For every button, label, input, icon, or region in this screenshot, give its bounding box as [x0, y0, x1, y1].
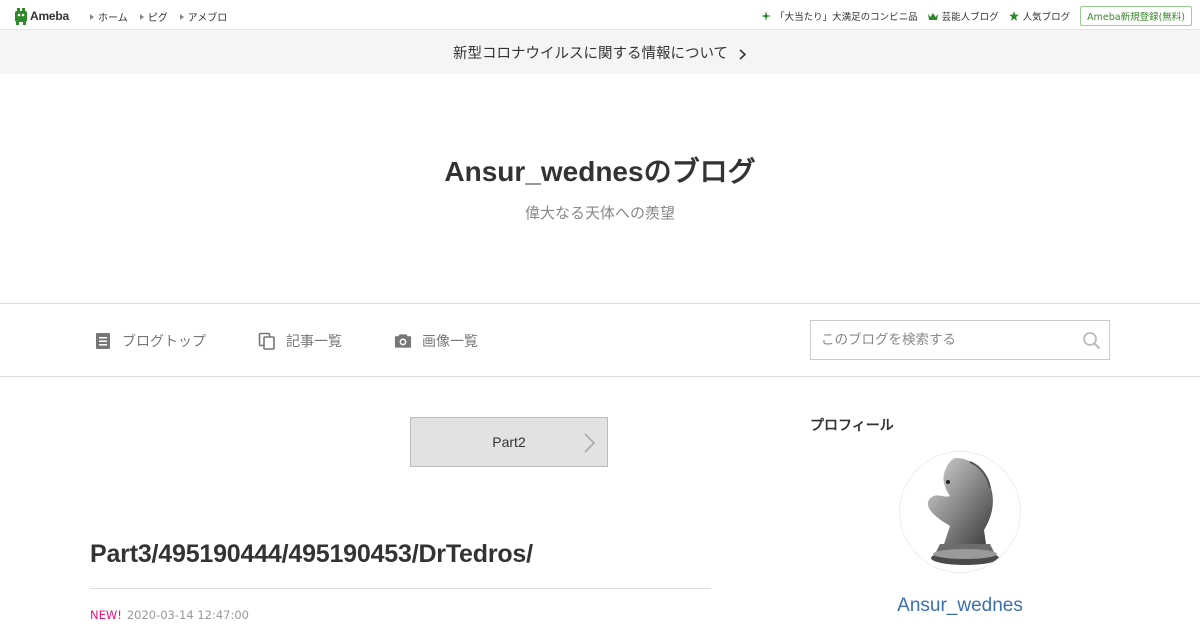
link-label: 芸能人ブログ — [941, 12, 999, 23]
blog-search — [810, 320, 1110, 360]
triangle-right-icon — [179, 13, 184, 20]
profile-heading: プロフィール — [810, 418, 894, 434]
document-icon — [94, 332, 112, 350]
blog-subtitle: 偉大なる天体への羨望 — [524, 204, 675, 222]
entry-date: 2020-03-14 12:47:00 — [126, 608, 249, 622]
nav-image-list[interactable]: 画像一覧 — [394, 331, 478, 351]
ameba-mascot-icon — [15, 7, 27, 25]
chess-knight-icon — [927, 458, 999, 565]
sparkle-icon — [761, 11, 772, 21]
global-nav-home[interactable]: ホーム — [90, 9, 128, 24]
chevron-right-icon — [583, 433, 596, 453]
link-convenience-store[interactable]: 「大当たり」大満足のコンビニ品 — [761, 9, 918, 23]
link-label: 「大当たり」大満足のコンビニ品 — [775, 12, 918, 23]
profile-name[interactable]: Ansur_wednes — [810, 595, 1110, 617]
link-label: 人気ブログ — [1022, 12, 1071, 23]
global-nav-label: ピグ — [147, 13, 168, 24]
global-nav-ameblo[interactable]: アメブロ — [179, 9, 228, 24]
star-icon — [1008, 11, 1019, 21]
covid-notice-banner[interactable]: 新型コロナウイルスに関する情報について — [0, 30, 1200, 74]
ameba-logo[interactable]: Ameba — [14, 7, 69, 25]
global-nav-label: ホーム — [98, 13, 128, 24]
link-celebrity-blogs[interactable]: 芸能人ブログ — [927, 9, 999, 23]
nav-article-list[interactable]: 記事一覧 — [258, 331, 342, 351]
search-icon[interactable] — [1082, 331, 1101, 350]
new-badge: NEW! — [90, 608, 122, 622]
entry-divider — [90, 588, 711, 589]
copy-icon — [258, 332, 276, 350]
blog-nav: ブログトップ 記事一覧 画像一覧 — [0, 303, 1200, 377]
chevron-right-icon — [738, 48, 747, 60]
triangle-right-icon — [90, 13, 94, 20]
logo-text: Ameba — [30, 9, 70, 23]
register-button[interactable]: Ameba新規登録(無料) — [1080, 6, 1192, 26]
camera-icon — [394, 332, 412, 350]
triangle-right-icon — [139, 13, 144, 20]
crown-icon — [927, 11, 938, 21]
global-header: Ameba ホーム ピグ アメブロ 「大当たり」大満足のコンビニ品 芸能人ブログ… — [0, 0, 1200, 30]
previous-entry-button[interactable]: Part2 — [410, 417, 608, 467]
nav-label: 記事一覧 — [286, 334, 342, 350]
search-input[interactable] — [811, 321, 1071, 359]
global-nav: ホーム ピグ アメブロ — [90, 9, 239, 24]
nav-label: 画像一覧 — [422, 334, 478, 350]
avatar[interactable] — [900, 452, 1020, 572]
entry-title[interactable]: Part3/495190444/495190453/DrTedros/ — [90, 540, 533, 569]
nav-blog-top[interactable]: ブログトップ — [94, 331, 206, 351]
entry-meta: NEW! 2020-03-14 12:47:00 — [90, 608, 249, 622]
global-nav-label: アメブロ — [187, 13, 228, 24]
link-popular-blogs[interactable]: 人気ブログ — [1008, 9, 1071, 23]
header-right-links: 「大当たり」大満足のコンビニ品 芸能人ブログ 人気ブログ Ameba新規登録(無… — [761, 6, 1200, 26]
nav-label: ブログトップ — [122, 334, 206, 350]
notice-label: 新型コロナウイルスに関する情報について — [452, 45, 729, 62]
global-nav-pigg[interactable]: ピグ — [139, 9, 168, 24]
pager-label: Part2 — [492, 434, 526, 450]
blog-title[interactable]: Ansur_wednesのブログ — [0, 150, 1200, 190]
